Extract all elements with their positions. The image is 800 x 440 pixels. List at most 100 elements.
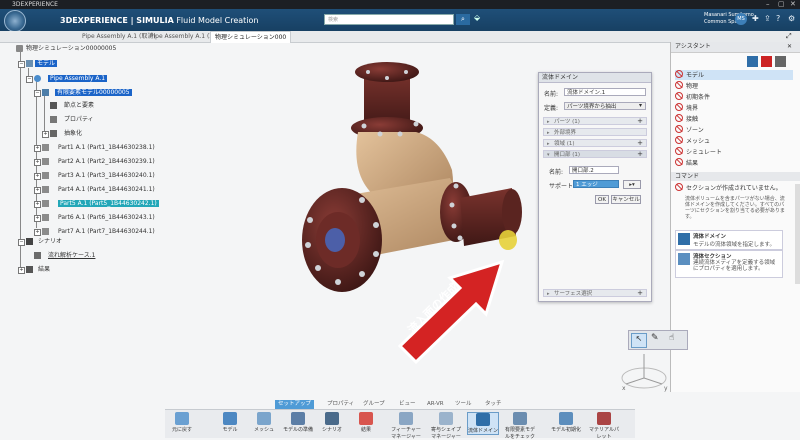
tree-expand-toggle[interactable]: − bbox=[18, 239, 25, 246]
tree-expand-toggle[interactable]: + bbox=[34, 229, 41, 236]
model-init-button[interactable]: モデル初期化 bbox=[551, 412, 581, 433]
undo-button[interactable]: 元に戻す bbox=[167, 412, 197, 433]
assistant-item-mesh[interactable]: メッシュ bbox=[675, 136, 710, 146]
search-input[interactable]: 検索 bbox=[324, 14, 454, 25]
material-palette-button[interactable]: マテリアルパレット bbox=[589, 412, 619, 440]
model-prep-button[interactable]: モデルの準備 bbox=[283, 412, 313, 433]
tree-expand-toggle[interactable]: + bbox=[34, 145, 41, 152]
add-icon[interactable]: ✚ bbox=[752, 14, 759, 23]
tree-item-properties[interactable]: プロパティ bbox=[64, 115, 94, 124]
tree-item-part4[interactable]: Part4 A.1 (Part4_1B44630241.1) bbox=[58, 185, 155, 194]
tree-item-part1[interactable]: Part1 A.1 (Part1_1B44630238.1) bbox=[58, 143, 155, 152]
add-icon[interactable]: + bbox=[637, 117, 643, 125]
tree-item-part3[interactable]: Part3 A.1 (Part3_1B44630240.1) bbox=[58, 171, 155, 180]
section-region[interactable]: ▸ 領域 (1) + bbox=[543, 139, 647, 147]
tab-tools[interactable]: ツール bbox=[455, 400, 472, 409]
section-opening[interactable]: ▾ 開口部 (1) + bbox=[543, 150, 647, 158]
tree-item-assembly[interactable]: Pipe Assembly A.1 bbox=[48, 75, 108, 82]
scrollbar[interactable] bbox=[795, 184, 800, 284]
tree-expand-toggle[interactable]: − bbox=[34, 90, 41, 97]
section-surface-selection[interactable]: ▸ サーフェス選択 + bbox=[543, 289, 647, 297]
tab-property[interactable]: プロパティ bbox=[327, 400, 354, 409]
add-icon[interactable]: + bbox=[637, 289, 643, 297]
tab-ar-vr[interactable]: AR-VR bbox=[427, 400, 444, 409]
tree-item-fe-model[interactable]: 有限要素モデル00000005 bbox=[55, 89, 132, 96]
tree-item-part7[interactable]: Part7 A.1 (Part7_1B44630244.1) bbox=[58, 227, 155, 236]
tree-expand-toggle[interactable]: − bbox=[26, 76, 33, 83]
tree-expand-toggle[interactable]: − bbox=[18, 61, 25, 68]
close-icon[interactable]: ✕ bbox=[787, 43, 792, 50]
support-picker-button[interactable]: ▸▾ bbox=[623, 180, 641, 189]
help-icon[interactable]: ? bbox=[776, 14, 780, 23]
opening-name-field[interactable]: 開口部.2 bbox=[569, 166, 619, 174]
assistant-item-initial-conditions[interactable]: 初期条件 bbox=[675, 92, 710, 102]
mesh-button[interactable]: メッシュ bbox=[249, 412, 279, 433]
check-fe-model-button[interactable]: 有限要素モデルをチェック bbox=[505, 412, 535, 440]
view-compass-icon[interactable]: x y bbox=[614, 350, 674, 394]
fluid-domain-card[interactable]: 流体ドメイン モデルの流体領域を指定します。 bbox=[675, 230, 783, 250]
info-icon[interactable] bbox=[761, 56, 772, 67]
model-button[interactable]: モデル bbox=[215, 412, 245, 433]
select-arrow-icon[interactable]: ↖ bbox=[631, 333, 647, 348]
results-button[interactable]: 結果 bbox=[351, 412, 381, 433]
fluid-section-card[interactable]: 流体セクション 連続流体メディアを定義する領域にプロパティを適用します。 bbox=[675, 250, 783, 278]
definition-select[interactable]: パーツ境界から抽出 bbox=[564, 102, 646, 110]
assistant-item-simulate[interactable]: シミュレート bbox=[675, 147, 722, 157]
expand-icon[interactable]: ⤢ bbox=[786, 32, 792, 41]
search-icon[interactable]: ⌕ bbox=[456, 14, 470, 25]
tab-setup[interactable]: セットアップ bbox=[275, 400, 315, 409]
tree-item-scenario[interactable]: シナリオ bbox=[38, 237, 62, 246]
tree-item-abstraction[interactable]: 抽象化 bbox=[64, 129, 82, 138]
section-external-boundary[interactable]: ▸ 外部境界 bbox=[543, 128, 647, 136]
ok-button[interactable]: OK bbox=[595, 195, 609, 204]
hand-icon[interactable]: ☝ bbox=[669, 333, 674, 343]
tree-root[interactable]: 物理シミュレーション00000005 bbox=[26, 44, 116, 53]
tree-item-nodes-elements[interactable]: 節点と要素 bbox=[64, 101, 94, 110]
maximize-icon[interactable]: ▢ bbox=[778, 0, 785, 9]
assistant-item-contact[interactable]: 接触 bbox=[675, 114, 698, 124]
section-parts[interactable]: ▸ パーツ (1) + bbox=[543, 117, 647, 125]
tab-view[interactable]: ビュー bbox=[399, 400, 416, 409]
add-icon[interactable]: + bbox=[637, 150, 643, 158]
tab-touch[interactable]: タッチ bbox=[485, 400, 502, 409]
assistant-item-results[interactable]: 結果 bbox=[675, 158, 698, 168]
chevron-down-icon[interactable]: ▾ bbox=[639, 102, 642, 109]
tree-expand-toggle[interactable]: + bbox=[42, 131, 49, 138]
tree-expand-toggle[interactable]: + bbox=[34, 215, 41, 222]
tools-icon[interactable]: ⚙ bbox=[788, 14, 795, 23]
fluid-domain-button[interactable]: 流体ドメイン bbox=[467, 412, 499, 435]
tab-group[interactable]: グループ bbox=[363, 400, 385, 409]
assistant-item-model[interactable]: モデル bbox=[675, 70, 793, 80]
support-field[interactable]: 1 エッジ bbox=[573, 180, 619, 188]
name-field[interactable]: 流体ドメイン.1 bbox=[564, 88, 646, 96]
share-icon[interactable]: ⇪ bbox=[764, 14, 771, 23]
add-icon[interactable]: + bbox=[637, 139, 643, 147]
compass-icon[interactable] bbox=[4, 10, 26, 32]
tree-item-part2[interactable]: Part2 A.1 (Part2_1B44630239.1) bbox=[58, 157, 155, 166]
tree-expand-toggle[interactable]: + bbox=[34, 173, 41, 180]
shape-manager-button[interactable]: 寄与シェイプマネージャー bbox=[431, 412, 461, 440]
assistant-item-physics[interactable]: 物理 bbox=[675, 81, 698, 91]
assistant-item-zone[interactable]: ゾーン bbox=[675, 125, 704, 135]
tree-expand-toggle[interactable]: + bbox=[18, 267, 25, 274]
assistant-item-boundary[interactable]: 境界 bbox=[675, 103, 698, 113]
tree-item-part5[interactable]: Part5 A.1 (Part5_1B44630242.1) bbox=[58, 200, 159, 207]
close-icon[interactable]: ✕ bbox=[790, 0, 796, 9]
tree-item-model[interactable]: モデル bbox=[35, 60, 58, 67]
tab-physics-simulation[interactable]: 物理シミュレーション000 bbox=[210, 31, 292, 43]
tree-item-flow-case[interactable]: 流れ解析ケース.1 bbox=[48, 251, 95, 260]
minimize-icon[interactable]: – bbox=[766, 0, 770, 9]
avatar[interactable]: MS bbox=[735, 13, 747, 25]
pages-icon[interactable] bbox=[775, 56, 786, 67]
tree-item-results[interactable]: 結果 bbox=[38, 265, 50, 274]
tree-expand-toggle[interactable]: + bbox=[34, 201, 41, 208]
tree-expand-toggle[interactable]: + bbox=[34, 159, 41, 166]
tree-expand-toggle[interactable]: + bbox=[34, 187, 41, 194]
scenario-button[interactable]: シナリオ bbox=[317, 412, 347, 433]
pen-icon[interactable]: ✎ bbox=[651, 333, 659, 343]
tag-icon[interactable]: ⬙ bbox=[474, 13, 480, 22]
tree-item-part6[interactable]: Part6 A.1 (Part6_1B44630243.1) bbox=[58, 213, 155, 222]
cancel-button[interactable]: キャンセル bbox=[611, 195, 641, 204]
list-view-icon[interactable] bbox=[747, 56, 758, 67]
feature-manager-button[interactable]: フィーチャーマネージャー bbox=[391, 412, 421, 440]
